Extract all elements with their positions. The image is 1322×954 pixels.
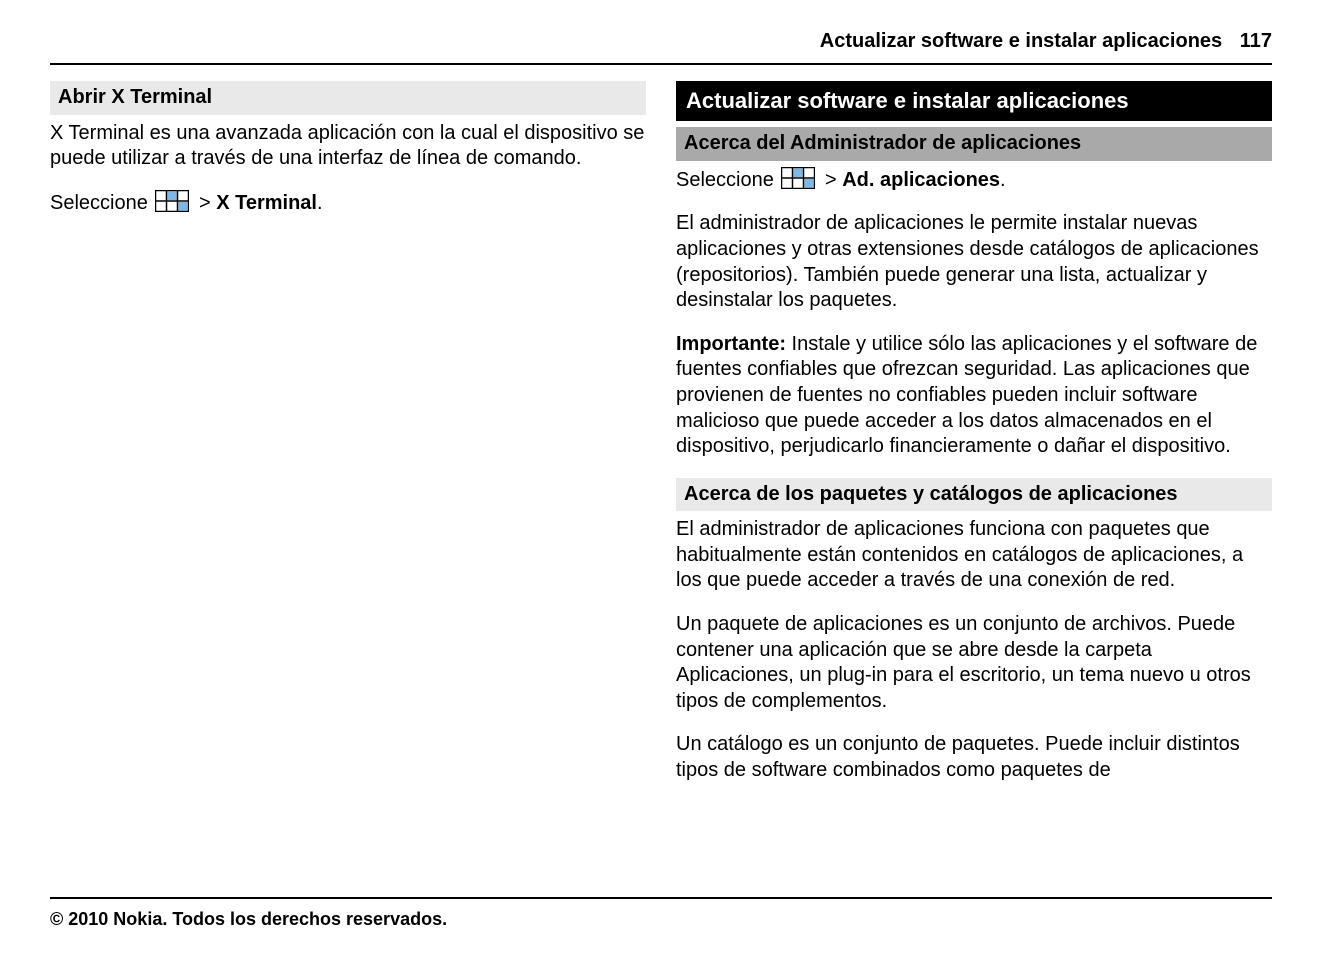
header-rule — [50, 63, 1272, 65]
running-header-title: Actualizar software e instalar aplicacio… — [820, 30, 1222, 52]
apps-grid-icon — [155, 190, 189, 212]
select-period: . — [317, 192, 323, 214]
left-column: Abrir X Terminal X Terminal es una avanz… — [50, 81, 646, 802]
heading-about-packages: Acerca de los paquetes y catálogos de ap… — [676, 478, 1272, 512]
content-columns: Abrir X Terminal X Terminal es una avanz… — [50, 81, 1272, 802]
heading-about-app-manager: Acerca del Administrador de aplicaciones — [676, 127, 1272, 161]
copyright: © 2010 Nokia. Todos los derechos reserva… — [50, 909, 1272, 930]
page-number: 117 — [1240, 30, 1272, 52]
important-note: Importante: Instale y utilice sólo las a… — [676, 332, 1272, 460]
heading-update-software: Actualizar software e instalar aplicacio… — [676, 81, 1272, 121]
packages-para1: El administrador de aplicaciones funcion… — [676, 517, 1272, 594]
apps-grid-icon — [781, 167, 815, 189]
heading-open-xterminal: Abrir X Terminal — [50, 81, 646, 115]
select-gt: > — [193, 192, 216, 214]
xterminal-select-line: Seleccione > X Terminal. — [50, 190, 646, 217]
select-gt: > — [819, 169, 842, 191]
appmanager-select-line: Seleccione > Ad. aplicaciones. — [676, 167, 1272, 194]
footer: © 2010 Nokia. Todos los derechos reserva… — [50, 897, 1272, 930]
select-prefix: Seleccione — [50, 192, 153, 214]
right-column: Actualizar software e instalar aplicacio… — [676, 81, 1272, 802]
appmanager-description: El administrador de aplicaciones le perm… — [676, 211, 1272, 313]
select-target: X Terminal — [216, 192, 317, 214]
page: Actualizar software e instalar aplicacio… — [0, 0, 1322, 954]
select-period: . — [1000, 169, 1006, 191]
select-target: Ad. aplicaciones — [842, 169, 1000, 191]
select-prefix: Seleccione — [676, 169, 779, 191]
important-label: Importante: — [676, 333, 786, 355]
running-header: Actualizar software e instalar aplicacio… — [50, 30, 1272, 63]
packages-para3: Un catálogo es un conjunto de paquetes. … — [676, 732, 1272, 783]
footer-rule — [50, 897, 1272, 899]
packages-para2: Un paquete de aplicaciones es un conjunt… — [676, 612, 1272, 714]
xterminal-description: X Terminal es una avanzada aplicación co… — [50, 121, 646, 172]
